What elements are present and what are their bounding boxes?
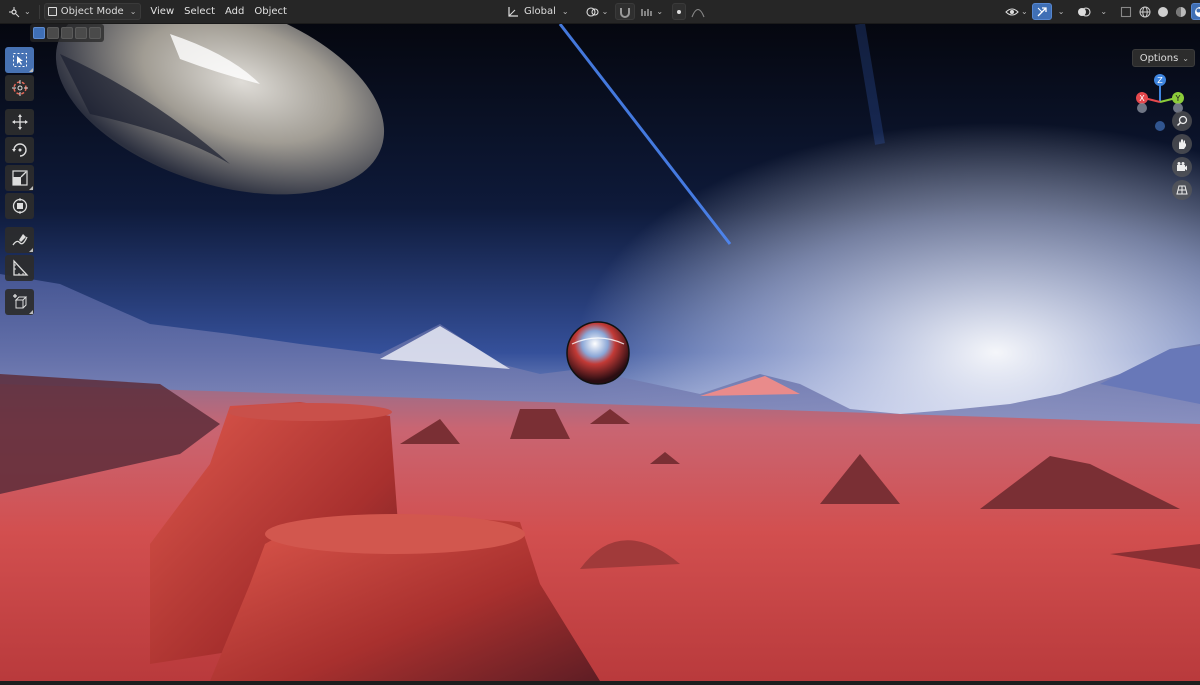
shading-solid-button[interactable] xyxy=(1155,3,1171,20)
divider xyxy=(38,4,40,19)
orientation-label: Global xyxy=(524,6,556,17)
material-shading-icon xyxy=(1176,6,1187,17)
snap-increment-icon xyxy=(641,8,652,16)
falloff-curve-icon xyxy=(691,8,705,17)
3d-viewport[interactable]: Options ⌄ Z X Y xyxy=(0,24,1200,681)
snap-target-dropdown[interactable]: ⌄ xyxy=(638,3,665,20)
rotate-icon xyxy=(11,143,27,157)
editor-type-button[interactable]: ⌄ xyxy=(4,3,35,20)
menu-view[interactable]: View xyxy=(145,6,179,17)
pivot-icon xyxy=(586,6,599,17)
menu-object[interactable]: Object xyxy=(249,6,292,17)
hand-icon xyxy=(1179,139,1186,149)
menu-select[interactable]: Select xyxy=(179,6,220,17)
move-icon xyxy=(11,114,28,130)
pencil-icon xyxy=(11,234,28,246)
select-invert-icon[interactable] xyxy=(75,27,87,39)
rendered-shading-icon xyxy=(1195,6,1200,17)
add-cube-icon xyxy=(12,294,27,309)
measure-tool[interactable] xyxy=(5,255,34,281)
perspective-toggle-button[interactable] xyxy=(1172,180,1192,200)
shading-rendered-button[interactable] xyxy=(1191,3,1200,20)
overlays-toggle[interactable] xyxy=(1074,3,1094,20)
orientation-dropdown[interactable]: Global ⌄ xyxy=(503,3,573,20)
pivot-point-dropdown[interactable]: ⌄ xyxy=(582,3,613,20)
transform-tool[interactable] xyxy=(5,193,34,219)
gizmo-y-label: Y xyxy=(1175,94,1181,103)
tool-shelf xyxy=(5,47,34,315)
camera-icon xyxy=(1177,162,1187,171)
add-cube-tool[interactable] xyxy=(5,289,34,315)
visibility-dropdown[interactable]: ⌄ xyxy=(1003,3,1030,20)
solid-shading-icon xyxy=(1158,6,1169,17)
select-new-icon[interactable] xyxy=(33,27,45,39)
grid-icon xyxy=(1176,185,1188,195)
select-extend-icon[interactable] xyxy=(47,27,59,39)
select-box-tool[interactable] xyxy=(5,47,34,73)
selection-mode-bar xyxy=(30,24,104,42)
zoom-button[interactable] xyxy=(1172,111,1192,131)
reflective-sphere xyxy=(566,321,630,385)
header-menus: View Select Add Object xyxy=(145,6,292,17)
mode-dropdown[interactable]: Object Mode ⌄ xyxy=(43,3,142,20)
proportional-edit-icon xyxy=(677,9,682,14)
ruler-icon xyxy=(12,259,28,276)
snap-toggle[interactable] xyxy=(615,3,636,20)
options-dropdown[interactable]: Options ⌄ xyxy=(1131,49,1195,67)
shading-wireframe-button[interactable] xyxy=(1137,3,1153,20)
chevron-down-icon: ⌄ xyxy=(129,7,137,16)
chevron-down-icon: ⌄ xyxy=(24,7,31,16)
select-subtract-icon[interactable] xyxy=(61,27,73,39)
magnet-icon xyxy=(620,7,631,18)
shading-material-button[interactable] xyxy=(1173,3,1189,20)
chevron-down-icon: ⌄ xyxy=(1182,53,1189,63)
3d-viewport-icon xyxy=(9,6,20,17)
gizmo-icon xyxy=(1037,6,1047,16)
menu-add[interactable]: Add xyxy=(220,6,249,17)
cursor-tool[interactable] xyxy=(5,75,34,101)
scale-icon xyxy=(11,170,28,186)
object-mode-icon xyxy=(47,7,57,16)
select-box-icon xyxy=(12,53,27,67)
gizmo-dropdown[interactable]: ⌄ xyxy=(1054,3,1067,20)
annotate-tool[interactable] xyxy=(5,227,34,253)
chevron-down-icon: ⌄ xyxy=(1057,7,1065,16)
pan-button[interactable] xyxy=(1172,134,1192,154)
chevron-down-icon: ⌄ xyxy=(1021,7,1028,16)
transform-icon xyxy=(12,198,27,214)
orientation-icon xyxy=(508,6,518,17)
mode-label: Object Mode xyxy=(60,6,124,17)
wireframe-shading-icon xyxy=(1139,6,1151,17)
proportional-edit-toggle[interactable] xyxy=(672,3,687,20)
gizmo-toggle[interactable] xyxy=(1031,3,1052,20)
move-tool[interactable] xyxy=(5,109,34,135)
chevron-down-icon: ⌄ xyxy=(601,7,609,16)
viewport-scene xyxy=(0,24,1200,681)
gizmo-x-label: X xyxy=(1139,94,1145,103)
eye-icon xyxy=(1005,7,1019,16)
gizmo-z-label: Z xyxy=(1157,76,1163,85)
viewport-header: ⌄ Object Mode ⌄ View Select Add Object G… xyxy=(0,0,1200,24)
overlays-dropdown[interactable]: ⌄ xyxy=(1096,3,1109,20)
transform-settings: Global ⌄ ⌄ ⌄ xyxy=(503,3,707,20)
scale-tool[interactable] xyxy=(5,165,34,191)
viewport-display-settings: ⌄ ⌄ ⌄ ⌄ xyxy=(1003,3,1200,20)
camera-view-button[interactable] xyxy=(1172,157,1192,177)
chevron-down-icon: ⌄ xyxy=(561,7,569,16)
overlays-icon xyxy=(1078,6,1091,17)
viewport-bottom-border xyxy=(0,681,1200,685)
chevron-down-icon: ⌄ xyxy=(1100,7,1108,16)
select-intersect-icon[interactable] xyxy=(89,27,101,39)
gizmo-neg-x-handle[interactable] xyxy=(1137,103,1147,113)
options-label: Options xyxy=(1139,52,1179,64)
falloff-dropdown[interactable] xyxy=(689,3,707,20)
magnifier-icon xyxy=(1176,115,1188,127)
rotate-tool[interactable] xyxy=(5,137,34,163)
gizmo-neg-z-handle[interactable] xyxy=(1155,121,1165,131)
xray-icon xyxy=(1121,6,1132,17)
xray-toggle[interactable] xyxy=(1117,3,1135,20)
cursor-icon xyxy=(11,80,28,96)
chevron-down-icon: ⌄ xyxy=(656,7,664,16)
